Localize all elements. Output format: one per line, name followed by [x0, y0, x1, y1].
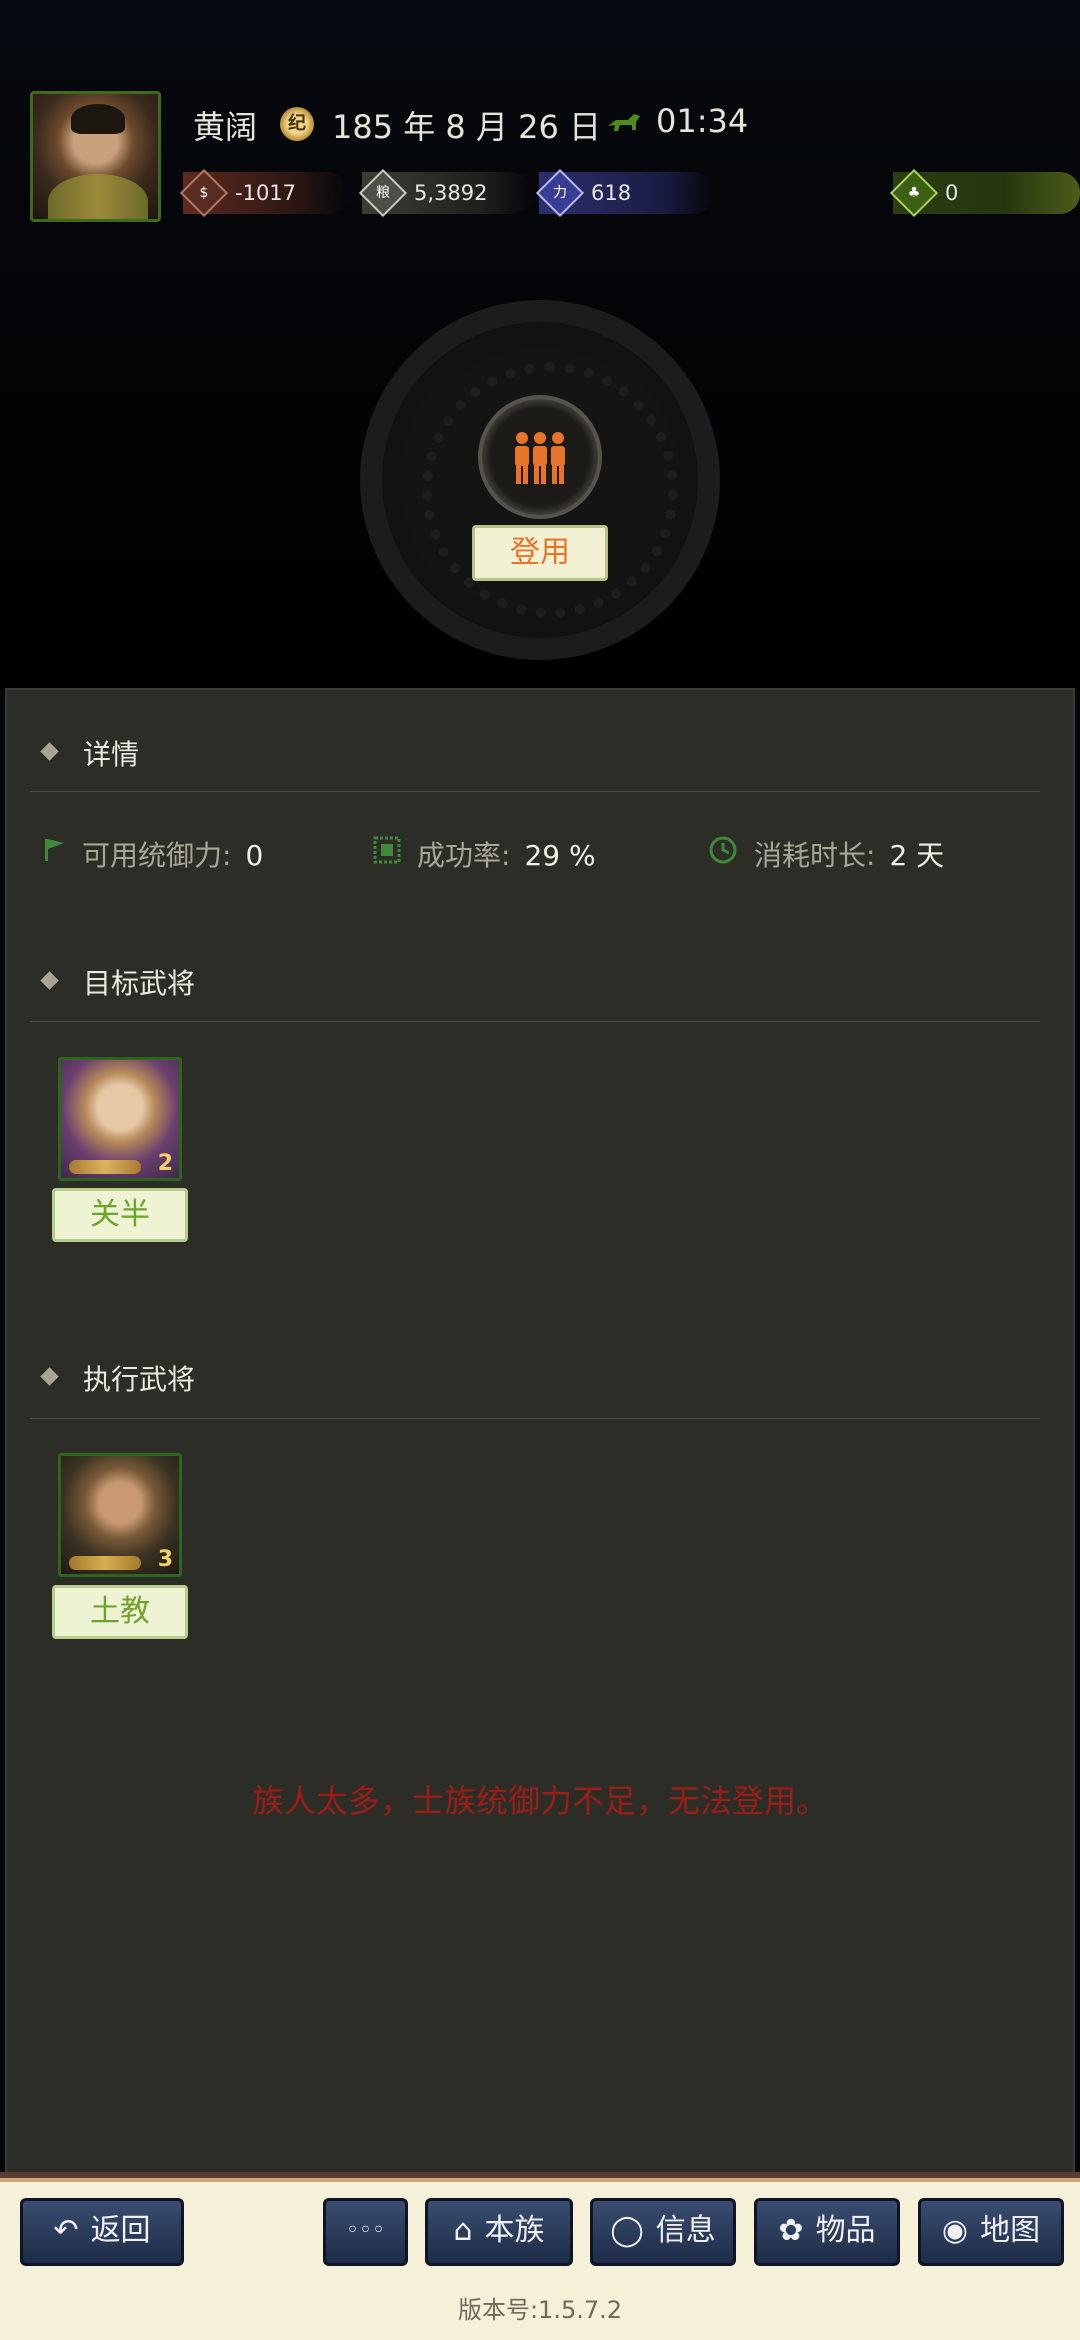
- details-title-text: 详情: [83, 738, 140, 771]
- bottom-nav-bar: ↶ 返回 ◦◦◦ ⌂ 本族 ◯ 信息 ✿ 物品 ◉ 地图 版本号:1.5.7.2: [0, 2172, 1080, 2340]
- executor-general-name[interactable]: 土教: [52, 1585, 188, 1639]
- info-button[interactable]: ◯ 信息: [590, 2198, 736, 2266]
- executor-general-portrait[interactable]: 3: [58, 1453, 182, 1577]
- version-label: 版本号:1.5.7.2: [457, 2296, 623, 2324]
- divider: [30, 791, 1040, 792]
- resource-grain-value: 5,3892: [414, 181, 488, 205]
- main-panel: [5, 688, 1075, 2178]
- top-header: 黄阔 纪 185 年 8 月 26 日 01:34 $ -1017 粮 5,38…: [0, 0, 1080, 690]
- items-label: 物品: [815, 2213, 876, 2248]
- avatar-robe: [48, 174, 148, 219]
- back-label: 返回: [90, 2213, 151, 2248]
- success-rate-icon: [373, 836, 401, 864]
- stat-duration-value: 2 天: [889, 839, 945, 872]
- globe-icon: ◉: [941, 2213, 969, 2248]
- map-label: 地图: [980, 2213, 1041, 2248]
- people-icon: [515, 432, 565, 484]
- flag-icon: [45, 839, 64, 861]
- executor-general-level: 3: [157, 1547, 173, 1572]
- resource-potion[interactable]: ♣ 0: [889, 168, 1080, 218]
- stat-success-value: 29 %: [524, 839, 596, 872]
- info-label: 信息: [655, 2213, 716, 2248]
- grain-icon: 粮: [358, 168, 408, 218]
- warning-message: 族人太多，士族统御力不足，无法登用。: [251, 1782, 828, 1820]
- target-general-level: 2: [157, 1151, 173, 1176]
- more-button[interactable]: ◦◦◦: [323, 2198, 408, 2266]
- resource-strength-value: 618: [591, 181, 632, 205]
- game-date: 185 年 8 月 26 日: [332, 108, 602, 146]
- back-arrow-icon: ↶: [53, 2213, 79, 2248]
- stat-command: 可用统御力: 0: [82, 834, 263, 874]
- game-time: 01:34: [656, 102, 749, 140]
- stat-success-label: 成功率:: [417, 839, 511, 872]
- resource-gold[interactable]: $ -1017: [179, 168, 348, 218]
- more-dots-icon: ◦◦◦: [346, 2218, 385, 2243]
- coin-icon: $: [179, 168, 229, 218]
- back-button[interactable]: ↶ 返回: [20, 2198, 184, 2266]
- target-section-title: 目标武将: [45, 962, 195, 1002]
- stat-duration: 消耗时长: 2 天: [754, 834, 944, 874]
- clan-label: 本族: [484, 2213, 545, 2248]
- calendar-seal-icon: 纪: [280, 107, 314, 141]
- divider: [30, 1418, 1040, 1419]
- target-general-name[interactable]: 关半: [52, 1188, 188, 1242]
- horse-icon: [608, 114, 640, 131]
- resource-grain[interactable]: 粮 5,3892: [358, 168, 532, 218]
- recruit-label[interactable]: 登用: [472, 525, 608, 581]
- target-general-portrait[interactable]: 2: [58, 1057, 182, 1181]
- resource-potion-value: 0: [945, 181, 959, 205]
- player-name: 黄阔: [193, 108, 258, 146]
- items-button[interactable]: ✿ 物品: [754, 2198, 900, 2266]
- potion-icon: ♣: [889, 168, 939, 218]
- details-section-title: 详情: [45, 733, 139, 773]
- player-avatar[interactable]: [30, 91, 161, 222]
- stat-command-value: 0: [245, 839, 264, 872]
- executor-section-title: 执行武将: [45, 1358, 195, 1398]
- stat-success-rate: 成功率: 29 %: [417, 834, 596, 874]
- rank-band: [69, 1556, 141, 1570]
- executor-title-text: 执行武将: [83, 1363, 196, 1396]
- strength-icon: 力: [535, 168, 585, 218]
- avatar-hair: [71, 104, 125, 134]
- stat-command-label: 可用统御力:: [82, 839, 232, 872]
- resource-gold-value: -1017: [235, 181, 297, 205]
- resource-strength[interactable]: 力 618: [535, 168, 714, 218]
- rank-band: [69, 1160, 141, 1174]
- chat-bubble-icon: ◯: [610, 2213, 644, 2248]
- divider: [30, 1021, 1040, 1022]
- clan-icon: ⌂: [453, 2213, 473, 2248]
- target-title-text: 目标武将: [83, 967, 196, 1000]
- map-button[interactable]: ◉ 地图: [918, 2198, 1064, 2266]
- clan-button[interactable]: ⌂ 本族: [425, 2198, 573, 2266]
- stat-duration-label: 消耗时长:: [754, 839, 876, 872]
- items-icon: ✿: [778, 2213, 804, 2248]
- recruit-action-button[interactable]: [478, 395, 602, 519]
- duration-icon: [709, 836, 737, 864]
